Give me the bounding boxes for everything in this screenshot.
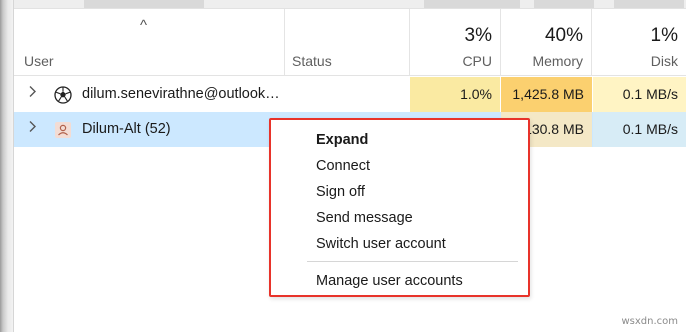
watermark: wsxdn.com xyxy=(621,316,678,327)
column-header-disk[interactable]: 1% Disk xyxy=(592,9,686,75)
chevron-right-icon[interactable] xyxy=(28,85,37,101)
header-status-label: Status xyxy=(292,53,332,69)
user-name: dilum.senevirathne@outlook… xyxy=(82,86,280,102)
menu-item-switch-user-account[interactable]: Switch user account xyxy=(316,236,446,252)
menu-item-send-message[interactable]: Send message xyxy=(316,210,413,226)
header-user-label: User xyxy=(24,53,54,69)
header-disk-pct: 1% xyxy=(650,25,678,46)
column-header-user[interactable]: ^ User xyxy=(14,9,285,75)
soccer-ball-icon xyxy=(54,86,72,104)
sort-caret-icon: ^ xyxy=(140,17,148,34)
menu-item-manage-user-accounts[interactable]: Manage user accounts xyxy=(316,273,463,289)
header-cpu-pct: 3% xyxy=(464,25,492,46)
header-memory-pct: 40% xyxy=(544,25,583,46)
chevron-right-icon[interactable] xyxy=(28,120,37,136)
column-header-status[interactable]: Status xyxy=(285,9,410,75)
header-memory-label: Memory xyxy=(532,53,583,69)
memory-value: 1,425.8 MB xyxy=(501,77,592,112)
menu-item-sign-off[interactable]: Sign off xyxy=(316,184,365,200)
header-divider xyxy=(14,75,686,76)
menu-item-connect[interactable]: Connect xyxy=(316,158,370,174)
table-row[interactable]: dilum.senevirathne@outlook… 1.0% 1,425.8… xyxy=(14,77,686,112)
disk-value: 0.1 MB/s xyxy=(593,112,686,147)
menu-item-expand[interactable]: Expand xyxy=(316,132,368,148)
top-toolbar-strip xyxy=(14,0,686,9)
disk-value: 0.1 MB/s xyxy=(593,77,686,112)
context-menu: Expand Connect Sign off Send message Swi… xyxy=(269,118,530,297)
column-header-memory[interactable]: 40% Memory xyxy=(501,9,592,75)
cpu-value: 1.0% xyxy=(410,77,500,112)
column-header-cpu[interactable]: 3% CPU xyxy=(410,9,501,75)
header-cpu-label: CPU xyxy=(462,53,492,69)
user-icon xyxy=(54,121,72,139)
window-left-edge xyxy=(0,0,14,332)
menu-divider xyxy=(307,261,518,262)
user-name: Dilum-Alt (52) xyxy=(82,121,171,137)
header-disk-label: Disk xyxy=(650,53,678,69)
